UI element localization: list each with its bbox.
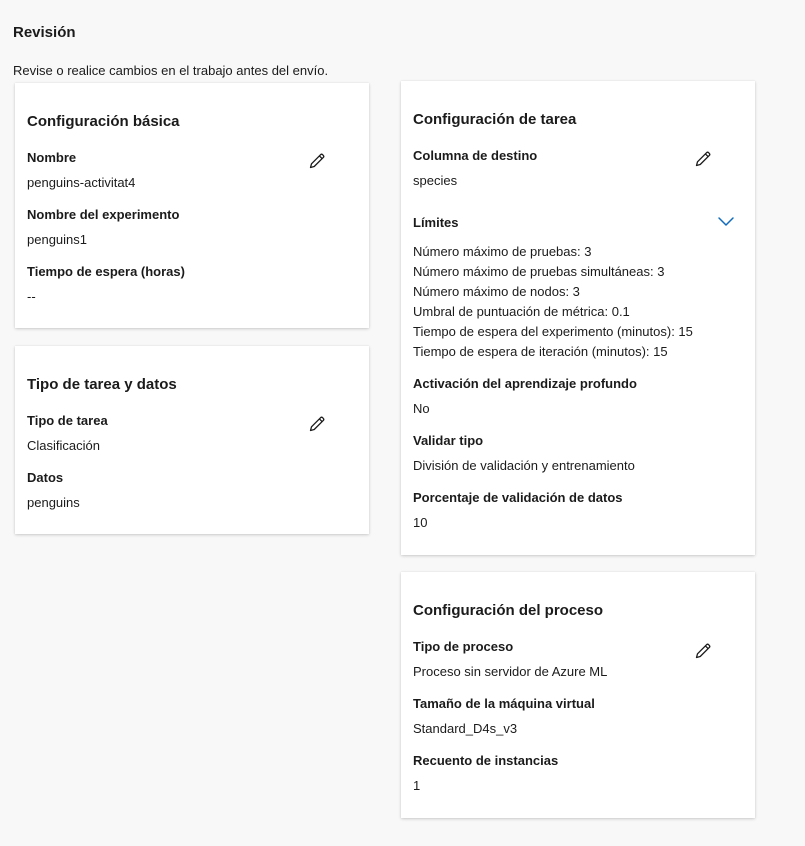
- chevron-down-icon: [718, 217, 734, 226]
- validation-percent-value: 10: [413, 515, 428, 530]
- task-data-card: Tipo de tarea y datos Tipo de tarea Clas…: [15, 346, 369, 534]
- instance-count-label: Recuento de instancias: [413, 753, 559, 768]
- edit-compute-button[interactable]: [692, 640, 714, 662]
- limit-item: Tiempo de espera de iteración (minutos):…: [413, 344, 668, 359]
- validation-type-label: Validar tipo: [413, 433, 484, 448]
- instance-count-value: 1: [413, 778, 421, 793]
- compute-config-card: Configuración del proceso Tipo de proces…: [401, 572, 755, 818]
- card-title: Configuración del proceso: [413, 602, 604, 619]
- page-subtitle: Revise o realice cambios en el trabajo a…: [13, 63, 329, 78]
- name-label: Nombre: [27, 150, 77, 165]
- data-value: penguins: [27, 495, 80, 510]
- pencil-icon: [309, 416, 325, 432]
- pencil-icon: [309, 153, 325, 169]
- deep-learning-label: Activación del aprendizaje profundo: [413, 376, 637, 391]
- timeout-value: --: [27, 289, 36, 304]
- edit-task-config-button[interactable]: [692, 148, 714, 170]
- vm-size-value: Standard_D4s_v3: [413, 721, 518, 736]
- task-config-card: Configuración de tarea Columna de destin…: [401, 81, 755, 555]
- limit-item: Tiempo de espera del experimento (minuto…: [413, 324, 693, 339]
- data-label: Datos: [27, 470, 64, 485]
- compute-type-label: Tipo de proceso: [413, 639, 514, 654]
- limit-item: Número máximo de pruebas: 3: [413, 244, 592, 259]
- compute-type-value: Proceso sin servidor de Azure ML: [413, 664, 608, 679]
- experiment-value: penguins1: [27, 232, 87, 247]
- name-value: penguins-activitat4: [27, 175, 136, 190]
- deep-learning-value: No: [413, 401, 430, 416]
- experiment-label: Nombre del experimento: [27, 207, 180, 222]
- card-title: Configuración básica: [27, 113, 180, 130]
- vm-size-label: Tamaño de la máquina virtual: [413, 696, 595, 711]
- edit-task-data-button[interactable]: [306, 413, 328, 435]
- pencil-icon: [695, 151, 711, 167]
- timeout-label: Tiempo de espera (horas): [27, 264, 185, 279]
- pencil-icon: [695, 643, 711, 659]
- task-type-label: Tipo de tarea: [27, 413, 108, 428]
- limit-item: Número máximo de pruebas simultáneas: 3: [413, 264, 665, 279]
- target-column-value: species: [413, 173, 458, 188]
- limits-toggle-button[interactable]: [715, 210, 737, 232]
- validation-percent-label: Porcentaje de validación de datos: [413, 490, 623, 505]
- validation-type-value: División de validación y entrenamiento: [413, 458, 635, 473]
- basic-settings-card: Configuración básica Nombre penguins-act…: [15, 83, 369, 328]
- limits-list: Número máximo de pruebas: 3 Número máxim…: [413, 242, 693, 362]
- target-column-label: Columna de destino: [413, 148, 538, 163]
- limit-item: Umbral de puntuación de métrica: 0.1: [413, 304, 630, 319]
- card-title: Configuración de tarea: [413, 111, 577, 128]
- limits-label: Límites: [413, 215, 459, 230]
- card-title: Tipo de tarea y datos: [27, 376, 177, 393]
- limit-item: Número máximo de nodos: 3: [413, 284, 580, 299]
- review-page: Revisión Revise o realice cambios en el …: [0, 0, 805, 846]
- edit-basic-settings-button[interactable]: [306, 150, 328, 172]
- page-title: Revisión: [13, 24, 76, 41]
- task-type-value: Clasificación: [27, 438, 100, 453]
